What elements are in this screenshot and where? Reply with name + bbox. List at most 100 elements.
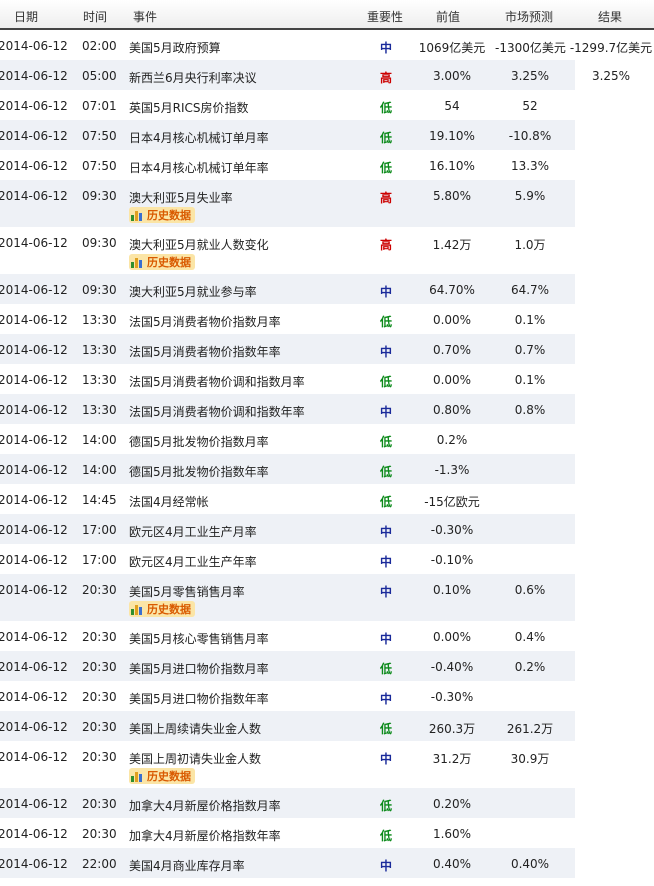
table-row: 2014-06-12 13:30 法国5月消费者物价指数月率 低 0.00% 0.1% xyxy=(0,304,654,334)
cell-date: 2014-06-12 xyxy=(0,39,68,53)
table-row: 2014-06-12 14:45 法国4月经常帐 低 -15亿欧元 xyxy=(0,484,654,514)
table-row: 2014-06-12 02:00 美国5月政府预算 中 1069亿美元 -1300亿美元 -… xyxy=(0,30,654,60)
cell-previous: 0.70% xyxy=(432,343,472,357)
cell-previous: 64.70% xyxy=(429,283,475,297)
cell-importance: 低 xyxy=(379,435,392,449)
table-row: 2014-06-12 09:30 澳大利亚5月失业率 高 5.80% 5.9% 历史数据 xyxy=(0,180,654,227)
cell-time: 13:30 xyxy=(82,373,117,387)
cell-importance: 低 xyxy=(379,131,392,145)
cell-event: 美国5月零售销售月率 xyxy=(129,585,245,599)
cell-previous: -0.30% xyxy=(430,523,474,537)
cell-date: 2014-06-12 xyxy=(0,720,68,734)
cell-previous: 1.60% xyxy=(432,827,472,841)
table-row: 2014-06-12 09:30 澳大利亚5月就业参与率 中 64.70% 64.7% xyxy=(0,274,654,304)
bar-chart-icon xyxy=(131,256,145,268)
cell-importance: 中 xyxy=(379,585,392,599)
cell-event: 美国5月进口物价指数年率 xyxy=(129,692,269,706)
cell-importance: 中 xyxy=(379,555,392,569)
cell-event: 美国4月商业库存月率 xyxy=(129,859,245,873)
cell-event: 欧元区4月工业生产月率 xyxy=(129,525,257,539)
cell-event: 德国5月批发物价指数年率 xyxy=(129,465,269,479)
cell-date: 2014-06-12 xyxy=(0,660,68,674)
header-date: 日期 xyxy=(14,10,39,24)
cell-date: 2014-06-12 xyxy=(0,523,68,537)
cell-previous: 0.00% xyxy=(432,373,472,387)
cell-event: 新西兰6月央行利率决议 xyxy=(129,71,257,85)
cell-importance: 低 xyxy=(379,495,392,509)
cell-event: 美国5月核心零售销售月率 xyxy=(129,632,269,646)
header-time: 时间 xyxy=(83,10,108,24)
cell-date: 2014-06-12 xyxy=(0,283,68,297)
cell-time: 20:30 xyxy=(82,660,117,674)
cell-importance: 中 xyxy=(379,345,392,359)
table-row: 2014-06-12 05:00 新西兰6月央行利率决议 高 3.00% 3.25% 3.2… xyxy=(0,60,654,90)
table-row: 2014-06-12 07:50 日本4月核心机械订单月率 低 19.10% -10.8% xyxy=(0,120,654,150)
cell-event: 法国5月消费者物价指数月率 xyxy=(129,315,281,329)
table-row: 2014-06-12 13:30 法国5月消费者物价调和指数月率 低 0.00% 0.1% xyxy=(0,364,654,394)
cell-forecast: 0.7% xyxy=(514,343,546,357)
cell-date: 2014-06-12 xyxy=(0,236,68,250)
cell-date: 2014-06-12 xyxy=(0,463,68,477)
cell-event: 欧元区4月工业生产年率 xyxy=(129,555,257,569)
table-row: 2014-06-12 20:30 美国5月核心零售销售月率 中 0.00% 0.4% xyxy=(0,621,654,651)
cell-importance: 低 xyxy=(379,101,392,115)
bar-chart-icon xyxy=(131,770,145,782)
cell-date: 2014-06-12 xyxy=(0,493,68,507)
cell-time: 20:30 xyxy=(82,750,117,764)
cell-forecast: 0.4% xyxy=(514,630,546,644)
cell-event: 德国5月批发物价指数月率 xyxy=(129,435,269,449)
cell-date: 2014-06-12 xyxy=(0,313,68,327)
cell-time: 13:30 xyxy=(82,343,117,357)
cell-forecast: 64.7% xyxy=(510,283,550,297)
cell-event: 澳大利亚5月就业参与率 xyxy=(129,285,257,299)
cell-importance: 高 xyxy=(379,191,392,205)
cell-importance: 中 xyxy=(379,632,392,646)
header-result: 结果 xyxy=(598,10,623,24)
cell-date: 2014-06-12 xyxy=(0,159,68,173)
cell-date: 2014-06-12 xyxy=(0,373,68,387)
cell-time: 17:00 xyxy=(82,523,117,537)
cell-time: 14:00 xyxy=(82,463,117,477)
history-data-button[interactable]: 历史数据 xyxy=(129,601,195,617)
cell-time: 20:30 xyxy=(82,827,117,841)
cell-date: 2014-06-12 xyxy=(0,583,68,597)
cell-previous: -15亿欧元 xyxy=(424,495,480,509)
header-previous: 前值 xyxy=(436,10,461,24)
cell-importance: 低 xyxy=(379,375,392,389)
cell-date: 2014-06-12 xyxy=(0,690,68,704)
cell-forecast: 13.3% xyxy=(510,159,550,173)
table-row: 2014-06-12 17:00 欧元区4月工业生产月率 中 -0.30% xyxy=(0,514,654,544)
cell-time: 17:00 xyxy=(82,553,117,567)
cell-event: 法国5月消费者物价调和指数年率 xyxy=(129,405,305,419)
cell-date: 2014-06-12 xyxy=(0,69,68,83)
cell-event: 美国5月进口物价指数月率 xyxy=(129,662,269,676)
table-row: 2014-06-12 09:30 澳大利亚5月就业人数变化 高 1.42万 1.0万 历史数… xyxy=(0,227,654,274)
cell-date: 2014-06-12 xyxy=(0,827,68,841)
cell-date: 2014-06-12 xyxy=(0,553,68,567)
cell-forecast: 52 xyxy=(522,99,538,113)
cell-previous: 1069亿美元 xyxy=(418,41,486,55)
cell-previous: 0.00% xyxy=(432,313,472,327)
cell-previous: 0.40% xyxy=(432,857,472,871)
history-data-button[interactable]: 历史数据 xyxy=(129,207,195,223)
cell-previous: 19.10% xyxy=(429,129,475,143)
cell-event: 法国5月消费者物价指数年率 xyxy=(129,345,281,359)
cell-previous: -1.3% xyxy=(434,463,470,477)
cell-forecast: 0.2% xyxy=(514,660,546,674)
table-row: 2014-06-12 20:30 美国上周初请失业金人数 中 31.2万 30.9万 历史数… xyxy=(0,741,654,788)
history-data-button[interactable]: 历史数据 xyxy=(129,254,195,270)
cell-forecast: -10.8% xyxy=(508,129,552,143)
cell-forecast: -1300亿美元 xyxy=(495,41,566,55)
cell-event: 英国5月RICS房价指数 xyxy=(129,101,249,115)
cell-forecast: 0.1% xyxy=(514,373,546,387)
cell-event: 日本4月核心机械订单月率 xyxy=(129,131,269,145)
bar-chart-icon xyxy=(131,209,145,221)
cell-time: 07:50 xyxy=(82,129,117,143)
history-data-button[interactable]: 历史数据 xyxy=(129,768,195,784)
cell-previous: -0.10% xyxy=(430,553,474,567)
table-row: 2014-06-12 20:30 美国上周续请失业金人数 低 260.3万 261.2万 xyxy=(0,711,654,741)
header-event: 事件 xyxy=(133,10,158,24)
header-forecast: 市场预测 xyxy=(505,10,554,24)
cell-time: 14:45 xyxy=(82,493,117,507)
cell-previous: 16.10% xyxy=(429,159,475,173)
